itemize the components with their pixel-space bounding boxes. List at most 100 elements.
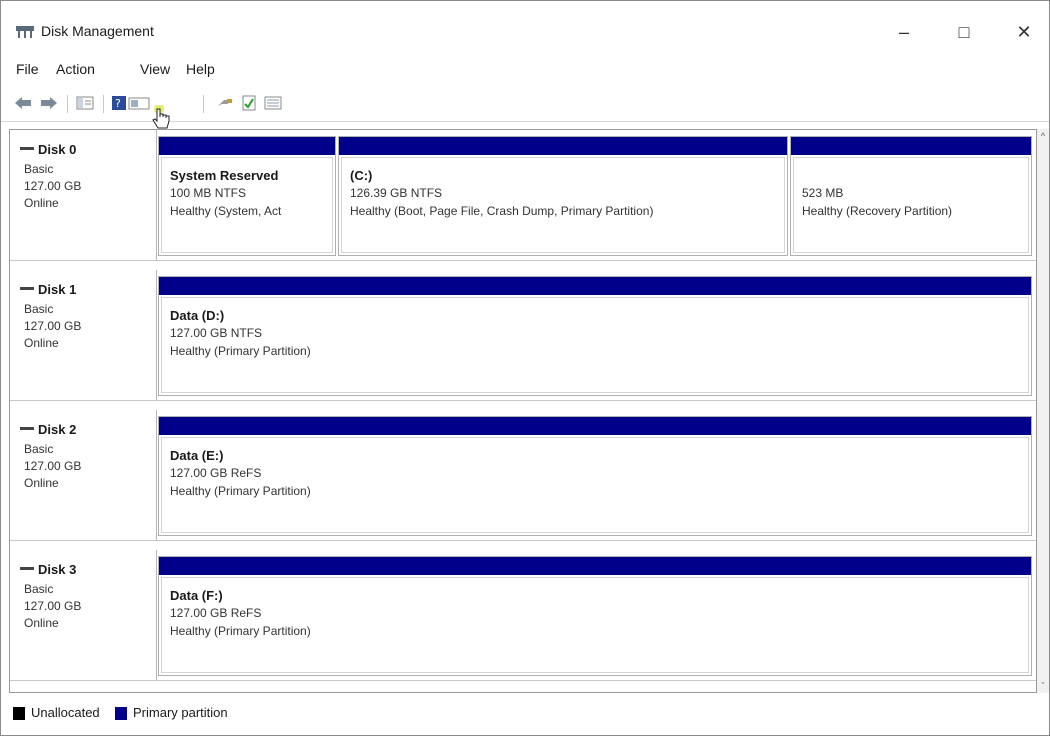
disk-status: Online	[24, 196, 59, 210]
partition-name: System Reserved	[170, 168, 279, 183]
disk-type: Basic	[24, 582, 54, 596]
disk-icon	[20, 147, 34, 151]
partition-bar	[339, 137, 787, 155]
title-bar: Disk Management – □ ✕	[1, 1, 1049, 53]
scroll-up-icon[interactable]: ^	[1037, 129, 1049, 143]
disk-row[interactable]: Disk 2 Basic 127.00 GB Online Data (E:) …	[10, 410, 1036, 541]
partition-f[interactable]: Data (F:) 127.00 GB ReFS Healthy (Primar…	[158, 556, 1032, 676]
disk-row[interactable]: Disk 0 Basic 127.00 GB Online System Res…	[10, 130, 1036, 261]
partition-area: Data (E:) 127.00 GB ReFS Healthy (Primar…	[158, 416, 1032, 536]
disk-row[interactable]: Disk 3 Basic 127.00 GB Online Data (F:) …	[10, 550, 1036, 681]
console-tree-icon[interactable]	[75, 94, 95, 112]
partition-size: 523 MB	[802, 186, 844, 200]
partition-health: Healthy (Boot, Page File, Crash Dump, Pr…	[350, 204, 654, 218]
partition-c[interactable]: (C:) 126.39 GB NTFS Healthy (Boot, Page …	[338, 136, 788, 256]
partition-area: Data (D:) 127.00 GB NTFS Healthy (Primar…	[158, 276, 1032, 396]
disk-graphical-view: Disk 0 Basic 127.00 GB Online System Res…	[9, 129, 1037, 693]
disk-size: 127.00 GB	[24, 319, 82, 333]
partition-size: 100 MB NTFS	[170, 186, 247, 200]
disk-type: Basic	[24, 442, 54, 456]
partition-system-reserved[interactable]: System Reserved 100 MB NTFS Healthy (Sys…	[158, 136, 336, 256]
back-arrow-icon[interactable]	[13, 94, 33, 112]
partition-details: Data (D:) 127.00 GB NTFS Healthy (Primar…	[161, 297, 1029, 393]
partition-d[interactable]: Data (D:) 127.00 GB NTFS Healthy (Primar…	[158, 276, 1032, 396]
disk-name: Disk 2	[20, 422, 76, 437]
disk-name: Disk 1	[20, 282, 76, 297]
partition-size: 127.00 GB ReFS	[170, 466, 262, 480]
disk-size: 127.00 GB	[24, 599, 82, 613]
disk-management-icon	[16, 26, 34, 38]
maximize-button[interactable]: □	[941, 15, 987, 49]
partition-details: Data (F:) 127.00 GB ReFS Healthy (Primar…	[161, 577, 1029, 673]
partition-size: 127.00 GB ReFS	[170, 606, 262, 620]
toolbar-separator	[67, 95, 68, 113]
partition-details: (C:) 126.39 GB NTFS Healthy (Boot, Page …	[341, 157, 785, 253]
menu-action[interactable]: Action	[53, 61, 98, 77]
disk-size: 127.00 GB	[24, 459, 82, 473]
toolbar-separator	[103, 95, 104, 113]
disk-info[interactable]: Disk 1 Basic 127.00 GB Online	[10, 270, 157, 400]
svg-text:?: ?	[115, 97, 121, 110]
disk-name: Disk 3	[20, 562, 76, 577]
disk-icon	[20, 287, 34, 291]
legend-swatch-primary	[115, 707, 127, 720]
partition-bar	[159, 557, 1031, 575]
menu-bar: File Action View Help	[1, 55, 1049, 85]
partition-bar	[159, 417, 1031, 435]
scroll-down-icon[interactable]: ˇ	[1037, 679, 1049, 693]
vertical-scrollbar[interactable]: ^ ˇ	[1037, 129, 1049, 693]
partition-size: 127.00 GB NTFS	[170, 326, 263, 340]
window-title: Disk Management	[41, 23, 154, 39]
menu-file[interactable]: File	[13, 61, 42, 77]
disk-info[interactable]: Disk 2 Basic 127.00 GB Online	[10, 410, 157, 540]
minimize-button[interactable]: –	[881, 15, 927, 49]
partition-details: 523 MB Healthy (Recovery Partition)	[793, 157, 1029, 253]
toolbar-separator	[203, 95, 204, 113]
disk-size: 127.00 GB	[24, 179, 82, 193]
check-icon[interactable]	[239, 94, 259, 112]
help-icon[interactable]: ?	[111, 94, 151, 112]
partition-name: Data (E:)	[170, 448, 224, 463]
forward-arrow-icon[interactable]	[39, 94, 59, 112]
scroll-thumb[interactable]	[1039, 145, 1047, 525]
disk-type: Basic	[24, 162, 54, 176]
disk-info[interactable]: Disk 0 Basic 127.00 GB Online	[10, 130, 157, 260]
partition-health: Healthy (Primary Partition)	[170, 344, 311, 358]
disk-name-label: Disk 3	[38, 562, 77, 577]
partition-name: Data (D:)	[170, 308, 225, 323]
partition-name: Data (F:)	[170, 588, 223, 603]
disk-row[interactable]: Disk 1 Basic 127.00 GB Online Data (D:) …	[10, 270, 1036, 401]
partition-size: 126.39 GB NTFS	[350, 186, 443, 200]
disk-name: Disk 0	[20, 142, 76, 157]
disk-name-label: Disk 0	[38, 142, 77, 157]
disk-info[interactable]: Disk 3 Basic 127.00 GB Online	[10, 550, 157, 680]
disk-status: Online	[24, 616, 59, 630]
partition-e[interactable]: Data (E:) 127.00 GB ReFS Healthy (Primar…	[158, 416, 1032, 536]
menu-view[interactable]: View	[137, 61, 173, 77]
disk-name-label: Disk 1	[38, 282, 77, 297]
list-view-icon[interactable]	[263, 94, 283, 112]
partition-recovery[interactable]: 523 MB Healthy (Recovery Partition)	[790, 136, 1032, 256]
partition-bar	[159, 137, 335, 155]
legend-swatch-unallocated	[13, 707, 25, 720]
partition-bar	[159, 277, 1031, 295]
partition-health: Healthy (System, Act	[170, 204, 282, 218]
connect-icon[interactable]	[215, 94, 235, 112]
partition-details: Data (E:) 127.00 GB ReFS Healthy (Primar…	[161, 437, 1029, 533]
disk-icon	[20, 567, 34, 571]
partition-details: System Reserved 100 MB NTFS Healthy (Sys…	[161, 157, 333, 253]
toolbar: ?	[1, 85, 1049, 122]
legend-label-primary: Primary partition	[133, 705, 228, 720]
menu-help[interactable]: Help	[183, 61, 218, 77]
partition-area: Data (F:) 127.00 GB ReFS Healthy (Primar…	[158, 556, 1032, 676]
partition-health: Healthy (Primary Partition)	[170, 484, 311, 498]
legend-label-unallocated: Unallocated	[31, 705, 100, 720]
disk-status: Online	[24, 336, 59, 350]
partition-health: Healthy (Primary Partition)	[170, 624, 311, 638]
close-button[interactable]: ✕	[1001, 15, 1047, 49]
partition-name: (C:)	[350, 168, 373, 183]
partition-bar	[791, 137, 1031, 155]
partition-area: System Reserved 100 MB NTFS Healthy (Sys…	[158, 136, 1032, 256]
disk-name-label: Disk 2	[38, 422, 77, 437]
partition-health: Healthy (Recovery Partition)	[802, 204, 953, 218]
